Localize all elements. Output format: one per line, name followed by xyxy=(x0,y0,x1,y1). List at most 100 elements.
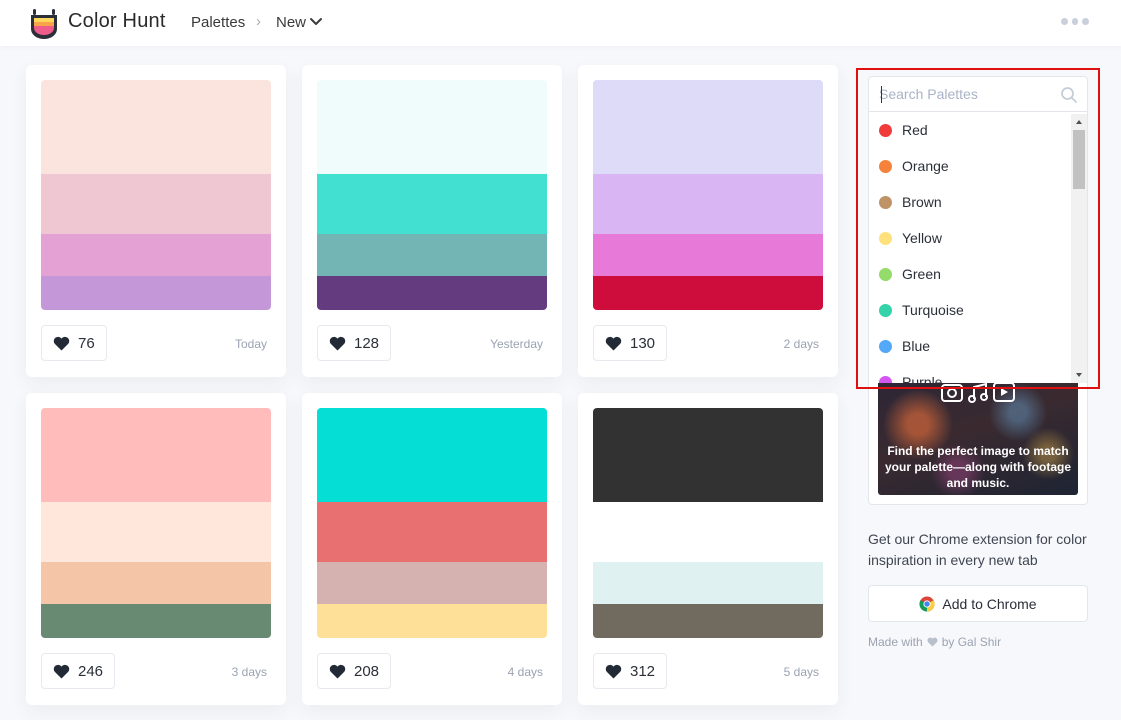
palette-card[interactable]: 130 2 days xyxy=(578,65,838,377)
palette-swatch[interactable] xyxy=(41,80,271,174)
color-option-label: Turquoise xyxy=(902,302,964,318)
nav-new-dropdown[interactable]: New xyxy=(276,14,306,31)
palette-swatch[interactable] xyxy=(317,174,547,234)
scrollbar-thumb[interactable] xyxy=(1073,130,1085,189)
chrome-icon xyxy=(919,596,935,612)
color-option-purple[interactable]: Purple xyxy=(869,364,1073,383)
color-option-label: Orange xyxy=(902,158,949,174)
more-icon[interactable] xyxy=(1061,18,1090,26)
like-button[interactable]: 128 xyxy=(317,325,392,361)
chevron-down-icon[interactable] xyxy=(309,17,323,27)
palette-card[interactable]: 208 4 days xyxy=(302,393,562,705)
like-count: 246 xyxy=(78,662,104,680)
search-box[interactable] xyxy=(868,76,1088,112)
brand-name[interactable]: Color Hunt xyxy=(68,10,166,33)
palette-swatch[interactable] xyxy=(593,174,823,234)
like-button[interactable]: 208 xyxy=(317,653,392,689)
color-dot-icon xyxy=(879,267,892,281)
credit-author[interactable]: by Gal Shir xyxy=(942,635,1001,649)
palette-swatch[interactable] xyxy=(317,408,547,502)
heart-icon xyxy=(927,637,938,647)
palette-swatch[interactable] xyxy=(593,604,823,638)
like-button[interactable]: 130 xyxy=(593,325,668,361)
credit-prefix: Made with xyxy=(868,635,923,649)
palette-card[interactable]: 128 Yesterday xyxy=(302,65,562,377)
heart-icon xyxy=(605,664,622,678)
search-input[interactable] xyxy=(879,77,1049,111)
scroll-up-arrow-icon[interactable] xyxy=(1074,118,1084,126)
palette-swatch[interactable] xyxy=(593,408,823,502)
palette-age: 2 days xyxy=(783,337,819,351)
palette-swatch[interactable] xyxy=(593,234,823,276)
palette-swatch[interactable] xyxy=(41,604,271,638)
color-option-label: Blue xyxy=(902,338,931,354)
color-option-yellow[interactable]: Yellow xyxy=(869,220,1073,256)
color-dot-icon xyxy=(879,339,892,353)
color-option-green[interactable]: Green xyxy=(869,256,1073,292)
breadcrumb-separator: › xyxy=(256,13,261,30)
color-option-blue[interactable]: Blue xyxy=(869,328,1073,364)
color-option-label: Brown xyxy=(902,194,942,210)
scroll-down-arrow-icon[interactable] xyxy=(1074,371,1084,379)
like-button[interactable]: 246 xyxy=(41,653,116,689)
like-count: 76 xyxy=(78,334,95,352)
palette-swatch[interactable] xyxy=(317,562,547,604)
palette-swatch[interactable] xyxy=(41,276,271,310)
credit: Made with by Gal Shir xyxy=(868,635,1001,649)
heart-icon xyxy=(53,664,70,678)
ad-image: Find the perfect image to match your pal… xyxy=(878,377,1078,495)
palette-swatch[interactable] xyxy=(41,502,271,562)
palette-swatch[interactable] xyxy=(317,502,547,562)
like-count: 312 xyxy=(630,662,656,680)
like-count: 208 xyxy=(354,662,380,680)
color-option-orange[interactable]: Orange xyxy=(869,148,1073,184)
color-option-label: Yellow xyxy=(902,230,942,246)
color-hunt-logo[interactable] xyxy=(30,9,58,39)
palette-swatch[interactable] xyxy=(317,234,547,276)
color-filter-dropdown[interactable]: Red Orange Brown Yellow Green Turquoise Blue Pu… xyxy=(868,112,1088,383)
media-icons xyxy=(941,382,1015,403)
palette-swatch[interactable] xyxy=(317,276,547,310)
palette-swatch[interactable] xyxy=(317,604,547,638)
color-option-label: Green xyxy=(902,266,941,282)
color-dot-icon xyxy=(879,159,892,173)
palette-age: 5 days xyxy=(783,665,819,679)
palette-card[interactable]: 76 Today xyxy=(26,65,286,377)
palette-age: Today xyxy=(234,337,267,351)
heart-icon xyxy=(53,336,70,350)
palette-age: 4 days xyxy=(507,665,543,679)
text-caret xyxy=(881,86,882,103)
palette-swatch[interactable] xyxy=(593,276,823,310)
color-dot-icon xyxy=(879,195,892,209)
color-option-turquoise[interactable]: Turquoise xyxy=(869,292,1073,328)
ad-text: Find the perfect image to match your pal… xyxy=(884,444,1071,490)
ad-banner[interactable]: Find the perfect image to match your pal… xyxy=(868,368,1088,505)
add-to-chrome-button[interactable]: Add to Chrome xyxy=(868,585,1088,622)
palette-swatch[interactable] xyxy=(593,502,823,562)
like-button[interactable]: 76 xyxy=(41,325,107,361)
like-count: 128 xyxy=(354,334,380,352)
color-dot-icon xyxy=(879,303,892,317)
search-icon[interactable] xyxy=(1060,86,1078,104)
palette-swatch[interactable] xyxy=(41,408,271,502)
palette-swatch[interactable] xyxy=(317,80,547,174)
extension-promo-text: Get our Chrome extension for color inspi… xyxy=(868,531,1087,568)
palette-card[interactable]: 312 5 days xyxy=(578,393,838,705)
color-option-label: Red xyxy=(902,122,928,138)
palette-swatch[interactable] xyxy=(593,80,823,174)
palette-swatch[interactable] xyxy=(41,174,271,234)
like-count: 130 xyxy=(630,334,656,352)
palette-swatch[interactable] xyxy=(593,562,823,604)
heart-icon xyxy=(329,336,346,350)
palette-swatch[interactable] xyxy=(41,562,271,604)
palette-card[interactable]: 246 3 days xyxy=(26,393,286,705)
palette-swatch[interactable] xyxy=(41,234,271,276)
color-option-label: Purple xyxy=(902,374,943,383)
heart-icon xyxy=(329,664,346,678)
color-dot-icon xyxy=(879,123,892,137)
color-option-red[interactable]: Red xyxy=(869,112,1073,148)
top-header: Color Hunt Palettes › New xyxy=(0,0,1121,46)
like-button[interactable]: 312 xyxy=(593,653,668,689)
nav-palettes[interactable]: Palettes xyxy=(191,14,245,31)
color-option-brown[interactable]: Brown xyxy=(869,184,1073,220)
